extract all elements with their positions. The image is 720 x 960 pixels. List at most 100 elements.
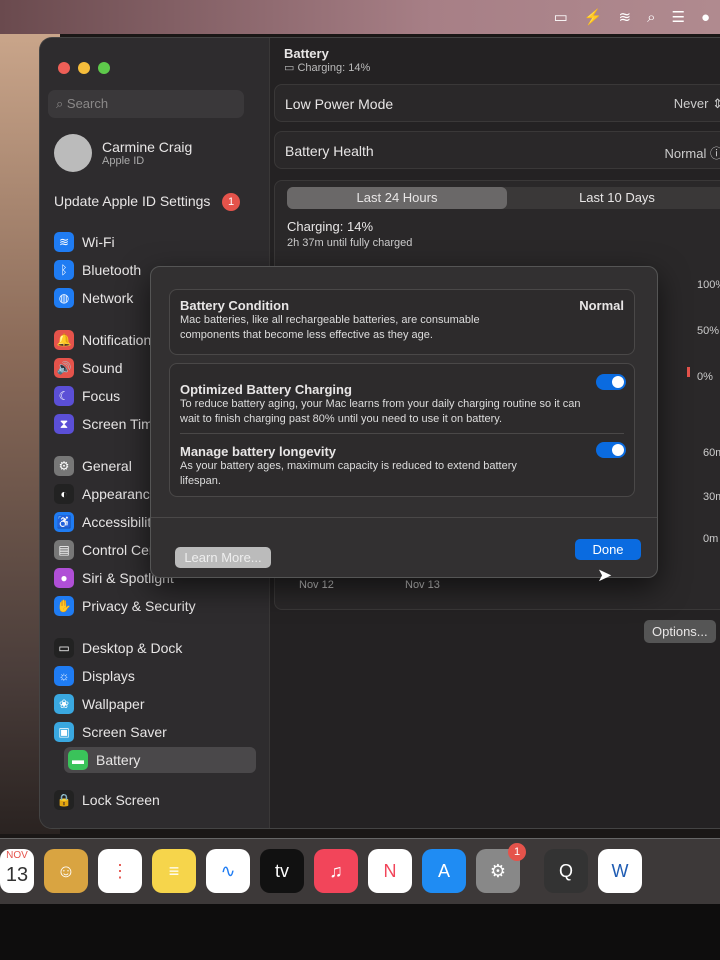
sidebar-item-label: Privacy & Security	[82, 598, 196, 614]
dock-freeform[interactable]: ∿	[206, 849, 250, 893]
sidebar-item-focus[interactable]: ☾ Focus	[54, 386, 120, 406]
dock-app-store[interactable]: A	[422, 849, 466, 893]
dock-system-settings[interactable]: ⚙ 1	[476, 843, 526, 893]
tab-last-10-days[interactable]: Last 10 Days	[507, 187, 720, 209]
sidebar-item-label: Lock Screen	[82, 792, 160, 808]
search-input[interactable]: ⌕ Search	[48, 90, 244, 118]
siri-spotlight-icon: ●	[54, 568, 74, 588]
sidebar-item-general[interactable]: ⚙ General	[54, 456, 132, 476]
done-button[interactable]: Done	[575, 539, 641, 560]
minimize-button[interactable]	[78, 62, 90, 74]
dock-news[interactable]: N	[368, 849, 412, 893]
sidebar-item-label: Battery	[96, 752, 141, 768]
y-tick-60m: 60m	[703, 447, 720, 459]
chevron-updown-icon: ⇕	[712, 96, 720, 111]
sidebar-item-accessibility[interactable]: ♿ Accessibility	[54, 512, 158, 532]
control-centre-icon: ▤	[54, 540, 74, 560]
page-title: Battery	[284, 46, 329, 61]
sidebar-item-wallpaper[interactable]: ❀ Wallpaper	[54, 694, 145, 714]
low-power-mode-row: Low Power Mode Never ⇕	[274, 84, 720, 122]
sidebar-item-screen-time[interactable]: ⧗ Screen Time	[54, 414, 161, 434]
calendar-day: 13	[5, 864, 29, 886]
focus-icon: ☾	[54, 386, 74, 406]
mouse-pointer-icon: ➤	[597, 565, 613, 585]
battery-icon: ▭	[284, 62, 298, 74]
longevity-title: Manage battery longevity	[180, 444, 337, 459]
sidebar-item-appearance[interactable]: ◐ Appearance	[54, 484, 158, 504]
x-tick-nov-13: Nov 13	[405, 579, 440, 591]
general-icon: ⚙	[54, 456, 74, 476]
sidebar-item-lock-screen[interactable]: 🔒 Lock Screen	[54, 790, 160, 810]
condition-description: Mac batteries, like all rechargeable bat…	[180, 314, 480, 341]
time-range-control: Last 24 Hours Last 10 Days	[287, 187, 720, 209]
battery-health-row: Battery Health Normal ⓘ	[274, 131, 720, 169]
wi-fi-icon: ≋	[54, 232, 74, 252]
privacy-security-icon: ✋	[54, 596, 74, 616]
wifi-icon[interactable]: ≋	[619, 8, 632, 26]
dock-word[interactable]: W	[598, 849, 642, 893]
dock-music[interactable]: ♫	[314, 849, 358, 893]
dock-calendar[interactable]: NOV 13	[0, 849, 34, 893]
menu-bar: ▭ ⚡ ≋ ⌕ ☰ ●	[0, 0, 720, 34]
y-tick-50: 50%	[697, 325, 720, 337]
sidebar-item-notifications[interactable]: 🔔 Notifications	[54, 330, 158, 350]
sidebar-item-label: Focus	[82, 388, 121, 404]
control-center-icon[interactable]: ☰	[671, 8, 684, 26]
longevity-toggle[interactable]	[596, 442, 626, 458]
dock-quicktime[interactable]: Q	[544, 849, 588, 893]
displays-icon: ☼	[54, 666, 74, 686]
sidebar-item-label: Notifications	[82, 332, 159, 348]
tab-last-24-hours[interactable]: Last 24 Hours	[287, 187, 507, 209]
dock-apple-tv[interactable]: tv	[260, 849, 304, 893]
battery-health-value: Normal	[664, 146, 707, 161]
sidebar-item-label: Wi-Fi	[82, 234, 115, 250]
display-icon[interactable]: ▭	[554, 8, 568, 26]
divider	[151, 517, 657, 518]
low-power-label: Low Power Mode	[285, 96, 394, 112]
dock-notes[interactable]: ≡	[152, 849, 196, 893]
apple-id-account[interactable]: Carmine Craig Apple ID	[54, 134, 192, 172]
info-icon[interactable]: ⓘ	[710, 146, 720, 161]
sidebar-item-network[interactable]: ◍ Network	[54, 288, 133, 308]
battery-condition-section: Battery Condition Normal Mac batteries, …	[169, 289, 635, 355]
zoom-button[interactable]	[98, 62, 110, 74]
window-controls	[58, 62, 110, 74]
sidebar-item-desktop-dock[interactable]: ▭ Desktop & Dock	[54, 638, 182, 658]
charging-options-section: Optimized Battery Charging To reduce bat…	[169, 363, 635, 497]
optimized-charging-title: Optimized Battery Charging	[180, 382, 352, 397]
close-button[interactable]	[58, 62, 70, 74]
sidebar-item-label: Screen Time	[82, 416, 161, 432]
low-power-select[interactable]: Never ⇕	[674, 96, 720, 111]
search-placeholder: Search	[66, 96, 109, 111]
network-icon: ◍	[54, 288, 74, 308]
optimized-charging-toggle[interactable]	[596, 374, 626, 390]
sidebar-item-screen-saver[interactable]: ▣ Screen Saver	[54, 722, 167, 742]
notification-badge: 1	[222, 193, 240, 211]
battery-charging-icon[interactable]: ⚡	[584, 8, 603, 26]
siri-icon[interactable]: ●	[701, 9, 710, 26]
sidebar-item-sound[interactable]: 🔊 Sound	[54, 358, 122, 378]
sidebar-item-battery[interactable]: ▬ Battery	[64, 747, 256, 773]
dock-reminders[interactable]: ⋮	[98, 849, 142, 893]
y-tick-30m: 30m	[703, 491, 720, 503]
sidebar-item-label: Desktop & Dock	[82, 640, 183, 656]
y-tick-100: 100%	[697, 279, 720, 291]
sidebar-item-label: Wallpaper	[82, 696, 145, 712]
update-apple-id-settings[interactable]: Update Apple ID Settings 1	[54, 193, 240, 211]
lock-screen-icon: 🔒	[54, 790, 74, 810]
dock-contacts[interactable]: ☺	[44, 849, 88, 893]
learn-more-button[interactable]: Learn More...	[175, 547, 271, 568]
sidebar-item-displays[interactable]: ☼ Displays	[54, 666, 135, 686]
battery-icon: ▬	[68, 750, 88, 770]
sidebar-item-privacy-security[interactable]: ✋ Privacy & Security	[54, 596, 196, 616]
condition-value: Normal	[579, 298, 624, 313]
options-button[interactable]: Options...	[644, 620, 716, 643]
sidebar-item-wi-fi[interactable]: ≋ Wi-Fi	[54, 232, 115, 252]
battery-level-bar	[687, 367, 690, 377]
condition-title: Battery Condition	[180, 298, 290, 313]
sidebar-item-bluetooth[interactable]: ᛒ Bluetooth	[54, 260, 141, 280]
search-icon[interactable]: ⌕	[647, 9, 655, 26]
screen-saver-icon: ▣	[54, 722, 74, 742]
battery-status: ▭ Charging: 14%	[284, 61, 370, 74]
battery-health-dialog: Battery Condition Normal Mac batteries, …	[150, 266, 658, 585]
